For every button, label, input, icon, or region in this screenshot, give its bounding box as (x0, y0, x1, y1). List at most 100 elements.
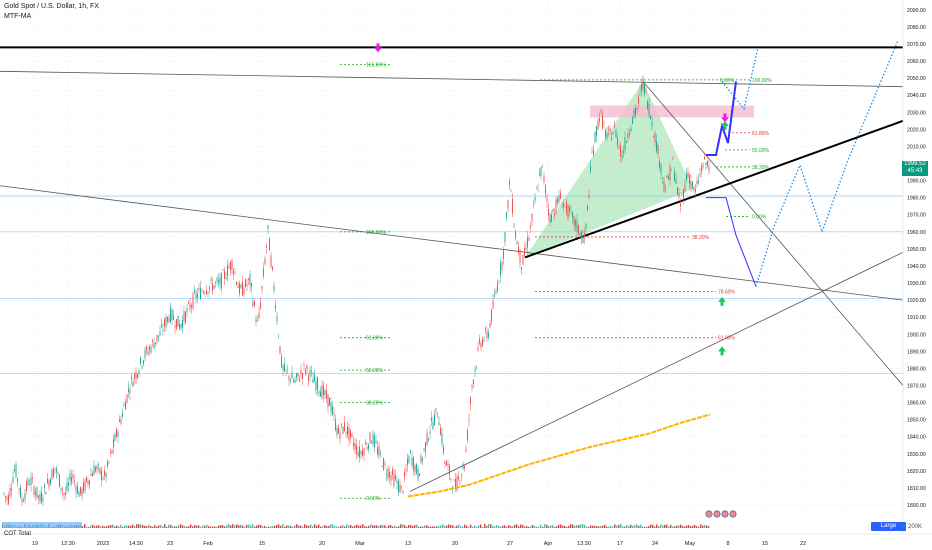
candle-body (557, 198, 558, 204)
candle-body (651, 122, 653, 127)
volume-bar (676, 525, 678, 528)
volume-bar (500, 526, 502, 528)
volume-bar (112, 524, 114, 528)
candle-body (414, 465, 416, 473)
volume-bar (86, 526, 88, 528)
candle-body (129, 390, 131, 394)
candle-body (65, 492, 66, 495)
candle-body (5, 496, 6, 498)
candle-body (179, 324, 180, 330)
candle-body (402, 490, 404, 493)
candle-body (35, 492, 36, 496)
volume-bar (164, 524, 166, 528)
fib-level-label: 38.20% (752, 165, 770, 171)
volume-bar (250, 525, 252, 528)
volume-bar (444, 525, 446, 528)
large-traders-badge[interactable]: Large Traders (871, 522, 906, 538)
time-tick-label: 8 (726, 541, 729, 547)
candle-body (120, 418, 122, 424)
volume-bar (514, 524, 516, 528)
volume-bar (502, 525, 504, 528)
volume-bar (92, 524, 94, 528)
volume-bar (102, 525, 104, 528)
volume-bar (666, 524, 668, 528)
candle-body (663, 181, 665, 191)
volume-bar (696, 526, 698, 528)
volume-bar (330, 524, 332, 528)
volume-bar (448, 524, 450, 528)
candle-body (345, 431, 347, 433)
candle-body (245, 279, 246, 288)
candle-body (434, 414, 435, 426)
candle-body (470, 397, 471, 405)
candle-body (627, 133, 629, 139)
candle-body (305, 369, 306, 374)
candle-body (440, 427, 441, 435)
candle-body (275, 305, 276, 309)
candle-body (629, 133, 630, 135)
candle-body (39, 494, 41, 501)
candle-body (279, 346, 281, 354)
candle-body (146, 346, 147, 351)
volume-bar (368, 525, 370, 528)
volume-bar (414, 525, 416, 528)
candle-body (147, 351, 149, 355)
candle-body (621, 154, 623, 159)
volume-bar (374, 525, 376, 528)
candle-body (48, 480, 50, 488)
candle-body (117, 431, 119, 437)
candle-body (489, 323, 491, 328)
candle-body (152, 340, 153, 342)
candle-body (38, 495, 39, 498)
price-chart[interactable]: 161.80% 100.00% 61.80% 50.00% 38.20% 0.00% 0.0… (0, 0, 932, 550)
candle-body (501, 261, 503, 270)
volume-bar (520, 524, 522, 528)
volume-bar (524, 526, 526, 528)
candle-body (327, 394, 329, 407)
volume-bar (88, 526, 90, 528)
volume-bar (344, 526, 346, 528)
candle-body (530, 225, 531, 228)
fib-level-label: 61.80% (366, 336, 384, 342)
candle-body (101, 470, 102, 480)
volume-bar (198, 525, 200, 528)
volume-bar (264, 525, 266, 528)
candle-body (134, 374, 135, 379)
candle-body (210, 279, 212, 281)
volume-bar (612, 526, 614, 528)
volume-bar (190, 524, 192, 528)
candle-body (687, 171, 689, 178)
price-tick-label: 1990.00 (907, 179, 926, 185)
candle-body (131, 377, 132, 379)
candle-body (660, 164, 662, 173)
candle-body (620, 146, 621, 157)
candle-body (104, 470, 105, 476)
volume-bar (436, 526, 438, 528)
candle-body (338, 426, 339, 434)
volume-bar (176, 526, 178, 528)
volume-bar (434, 526, 436, 528)
volume-bar (300, 525, 302, 528)
price-tick-label: 1970.00 (907, 213, 926, 219)
candle-body (534, 197, 536, 201)
volume-bar (84, 524, 86, 528)
candle-body (44, 484, 45, 488)
volume-bar (538, 526, 540, 528)
volume-bar (392, 526, 394, 528)
volume-bar (400, 524, 402, 528)
candle-body (330, 402, 332, 412)
volume-bar (254, 526, 256, 528)
volume-bar (160, 525, 162, 528)
candle-body (638, 97, 639, 104)
price-tick-label: 1800.00 (907, 503, 926, 509)
candle-body (57, 472, 59, 475)
candle-body (273, 285, 275, 291)
candle-body (447, 463, 449, 466)
candle-body (203, 291, 204, 294)
volume-bar (296, 524, 298, 528)
candle-body (618, 145, 620, 147)
volume-bar (648, 526, 650, 528)
price-tick-label: 1880.00 (907, 366, 926, 372)
candle-body (632, 116, 633, 124)
volume-bar (118, 526, 120, 528)
